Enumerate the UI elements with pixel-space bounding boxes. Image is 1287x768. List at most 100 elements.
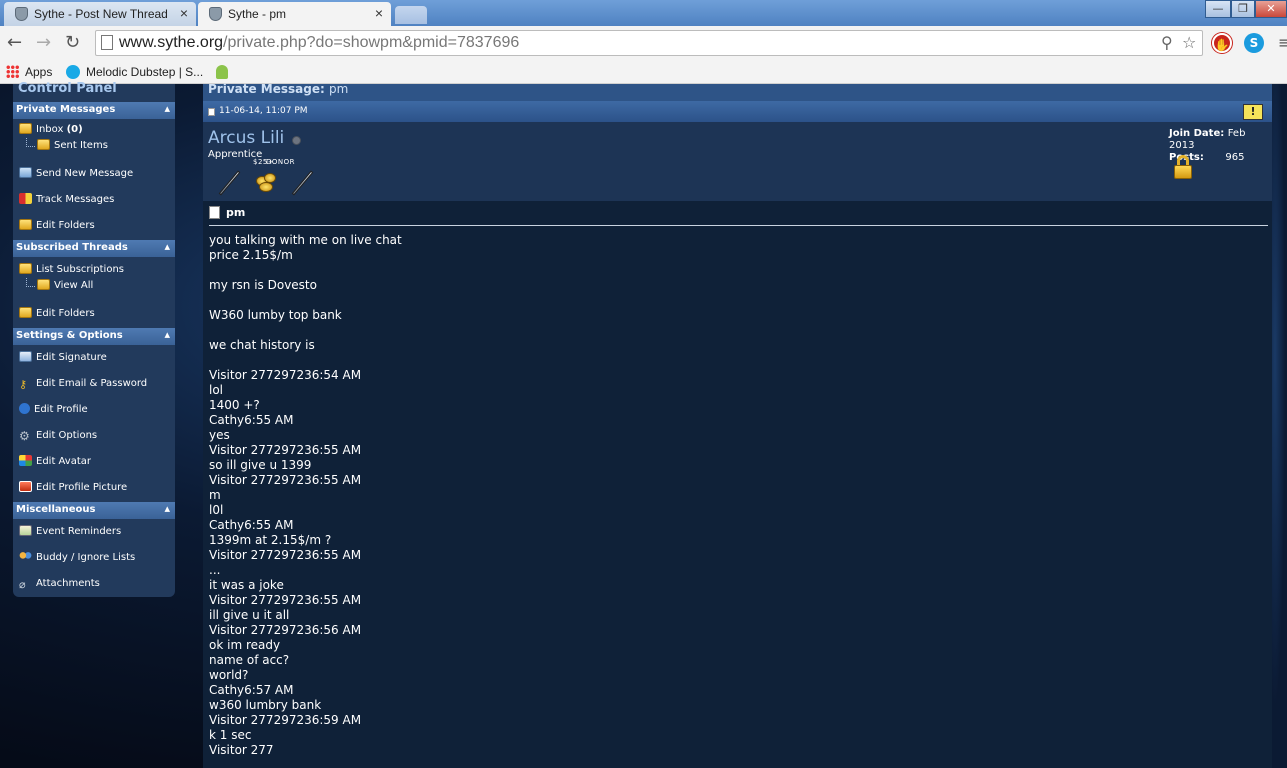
sidebar-item-sent-items[interactable]: Sent Items bbox=[37, 138, 108, 154]
message-line: world? bbox=[209, 668, 249, 682]
sidebar-item-list-subscriptions[interactable]: List Subscriptions bbox=[19, 262, 124, 278]
folder-icon bbox=[19, 263, 32, 274]
collapse-icon[interactable]: ▴ bbox=[164, 102, 170, 115]
post-count: 965 bbox=[1225, 152, 1245, 163]
bookmark-apps[interactable]: Apps bbox=[6, 63, 52, 81]
pm-page-header: Private Message: pm bbox=[203, 82, 1272, 101]
maximize-button[interactable]: ❐ bbox=[1231, 0, 1255, 18]
document-icon bbox=[209, 206, 220, 219]
message-line: it was a joke bbox=[209, 578, 284, 592]
tree-connector bbox=[26, 278, 35, 287]
android-icon bbox=[216, 65, 228, 79]
tab-title: Sythe - Post New Thread bbox=[34, 7, 168, 21]
skype-icon[interactable]: S bbox=[1244, 33, 1264, 53]
divider bbox=[209, 225, 1268, 226]
message-line: W360 lumby top bank bbox=[209, 308, 342, 322]
sidebar-item-view-all[interactable]: View All bbox=[37, 278, 93, 294]
sidebar-item-edit-folders-threads[interactable]: Edit Folders bbox=[19, 306, 95, 322]
buddies-icon bbox=[19, 551, 32, 562]
message-line: so ill give u 1399 bbox=[209, 458, 312, 472]
folder-edit-icon bbox=[19, 219, 32, 230]
bookmark-android[interactable] bbox=[216, 63, 228, 81]
key-icon: ⚷ bbox=[19, 378, 28, 391]
close-tab-icon[interactable]: × bbox=[375, 5, 383, 21]
sidebar-item-edit-folders-pm[interactable]: Edit Folders bbox=[19, 218, 95, 234]
close-tab-icon[interactable]: × bbox=[180, 5, 188, 21]
inbox-count: (0) bbox=[66, 124, 83, 135]
message-line: my rsn is Dovesto bbox=[209, 278, 317, 292]
sidebar-item-edit-profile[interactable]: Edit Profile bbox=[19, 402, 88, 418]
forward-arrow-icon[interactable]: → bbox=[36, 32, 51, 53]
sidebar-item-buddy-ignore-lists[interactable]: Buddy / Ignore Lists bbox=[19, 550, 135, 566]
background-strip bbox=[1272, 84, 1287, 768]
message-line: Visitor 277297236:55 AM bbox=[209, 548, 362, 562]
control-panel-title: Control Panel bbox=[18, 81, 117, 96]
adblock-icon[interactable]: ✋ bbox=[1212, 33, 1232, 53]
sidebar-item-attachments[interactable]: ⌀ Attachments bbox=[19, 576, 100, 592]
sidebar-item-send-new-message[interactable]: Send New Message bbox=[19, 166, 133, 182]
tab-strip: Sythe - Post New Thread × Sythe - pm × —… bbox=[0, 0, 1287, 26]
message-line: 1400 +? bbox=[209, 398, 260, 412]
browser-toolbar: ← → ↻ www.sythe.org/private.php?do=showp… bbox=[0, 26, 1287, 60]
message-line: Visitor 277297236:55 AM bbox=[209, 473, 362, 487]
signature-icon bbox=[19, 351, 32, 362]
message-line: Visitor 277297236:56 AM bbox=[209, 623, 362, 637]
sword-badge-icon bbox=[289, 168, 315, 196]
message-line bbox=[209, 353, 402, 368]
tab-title: Sythe - pm bbox=[228, 7, 287, 21]
reload-icon[interactable]: ↻ bbox=[65, 32, 80, 53]
collapse-icon[interactable]: ▴ bbox=[164, 328, 170, 341]
pm-header-title: pm bbox=[328, 82, 349, 96]
sidebar-item-edit-options[interactable]: ⚙ Edit Options bbox=[19, 428, 97, 444]
page-icon bbox=[101, 35, 113, 50]
message-line: l0l bbox=[209, 503, 224, 517]
tab-post-new-thread[interactable]: Sythe - Post New Thread × bbox=[4, 2, 196, 26]
sidebar-item-event-reminders[interactable]: Event Reminders bbox=[19, 524, 121, 540]
message-line: Cathy6:55 AM bbox=[209, 413, 294, 427]
picture-icon bbox=[19, 481, 32, 492]
message-line: Visitor 277297236:55 AM bbox=[209, 593, 362, 607]
menu-icon[interactable]: ≡ bbox=[1278, 33, 1287, 52]
search-icon[interactable]: ⚲ bbox=[1161, 33, 1173, 52]
apps-grid-icon bbox=[6, 65, 19, 78]
tab-pm[interactable]: Sythe - pm × bbox=[198, 2, 391, 26]
back-arrow-icon[interactable]: ← bbox=[7, 32, 22, 53]
sidebar-item-edit-email-password[interactable]: ⚷ Edit Email & Password bbox=[19, 376, 147, 392]
bookmark-melodic-dubstep[interactable]: Melodic Dubstep | S... bbox=[66, 63, 203, 81]
folder-icon bbox=[19, 123, 32, 134]
sidebar-item-track-messages[interactable]: Track Messages bbox=[19, 192, 114, 208]
message-line: Visitor 277297236:54 AM bbox=[209, 368, 362, 382]
url-text[interactable]: www.sythe.org/private.php?do=showpm&pmid… bbox=[119, 34, 519, 52]
close-window-button[interactable]: ✕ bbox=[1255, 0, 1287, 18]
collapse-icon[interactable]: ▴ bbox=[164, 240, 170, 253]
message-line: m bbox=[209, 488, 221, 502]
sender-username[interactable]: Arcus Lili bbox=[208, 128, 284, 148]
collapse-icon[interactable]: ▴ bbox=[164, 502, 170, 515]
message-line: Visitor 277297236:59 AM bbox=[209, 713, 362, 727]
section-subscribed-threads[interactable]: Subscribed Threads ▴ bbox=[13, 240, 175, 257]
minimize-button[interactable]: — bbox=[1205, 0, 1231, 18]
message-line: Visitor 277297236:55 AM bbox=[209, 443, 362, 457]
message-line: price 2.15$/m bbox=[209, 248, 293, 262]
sidebar-item-inbox[interactable]: Inbox (0) bbox=[19, 122, 83, 138]
private-message-panel: Private Message: pm 11-06-14, 11:07 PM !… bbox=[203, 82, 1272, 768]
sword-badge-icon bbox=[216, 168, 242, 196]
message-line: 1399m at 2.15$/m ? bbox=[209, 533, 332, 547]
info-icon bbox=[19, 403, 30, 414]
sidebar-item-edit-signature[interactable]: Edit Signature bbox=[19, 350, 107, 366]
message-body: pm you talking with me on live chat price… bbox=[203, 201, 1272, 768]
sidebar-item-edit-profile-picture[interactable]: Edit Profile Picture bbox=[19, 480, 127, 496]
message-line bbox=[209, 293, 402, 308]
bookmark-star-icon[interactable]: ☆ bbox=[1182, 33, 1196, 52]
section-miscellaneous[interactable]: Miscellaneous ▴ bbox=[13, 502, 175, 519]
sidebar-item-edit-avatar[interactable]: Edit Avatar bbox=[19, 454, 91, 470]
report-warning-icon[interactable]: ! bbox=[1243, 104, 1263, 120]
message-line: Cathy6:57 AM bbox=[209, 683, 294, 697]
gear-icon: ⚙ bbox=[19, 429, 30, 443]
new-tab-button[interactable] bbox=[395, 6, 427, 24]
message-line: name of acc? bbox=[209, 653, 290, 667]
gold-coins-badge-icon bbox=[253, 168, 279, 194]
address-bar[interactable]: www.sythe.org/private.php?do=showpm&pmid… bbox=[95, 30, 1203, 56]
section-private-messages[interactable]: Private Messages ▴ bbox=[13, 102, 175, 119]
section-settings-options[interactable]: Settings & Options ▴ bbox=[13, 328, 175, 345]
